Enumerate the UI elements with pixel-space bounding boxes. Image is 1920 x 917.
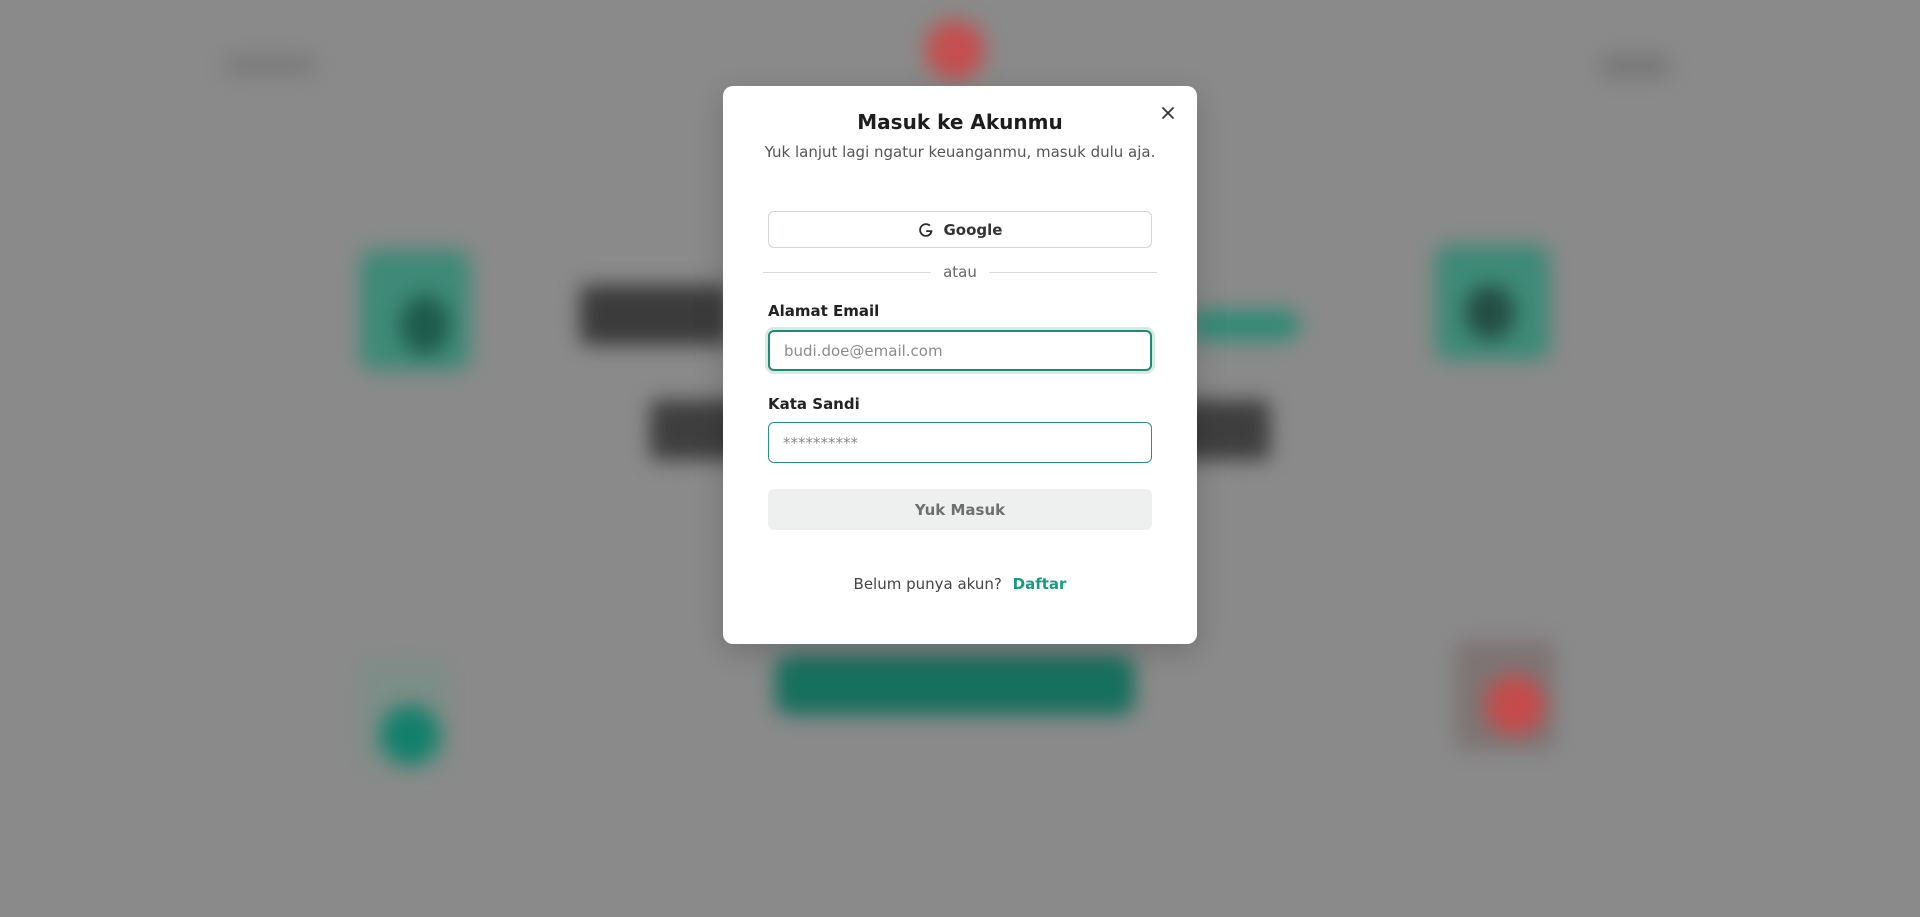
divider-line [763, 271, 932, 273]
background-cta-button [775, 655, 1135, 715]
background-card-figure [1485, 675, 1545, 735]
background-card-figure [400, 295, 450, 355]
page: Masuk ke Akunmu Yuk lanjut lagi ngatur k… [0, 0, 1920, 917]
password-label: Kata Sandi [768, 395, 860, 413]
google-login-button[interactable]: Google [768, 211, 1152, 248]
background-card-figure [380, 705, 440, 765]
email-field[interactable] [768, 330, 1152, 371]
password-field[interactable] [768, 422, 1152, 463]
divider-line [988, 271, 1157, 273]
login-modal: Masuk ke Akunmu Yuk lanjut lagi ngatur k… [723, 86, 1197, 644]
google-icon [918, 222, 932, 237]
google-button-label: Google [943, 220, 1003, 239]
or-divider: atau [763, 262, 1157, 282]
background-heading [580, 285, 730, 345]
background-logo [225, 55, 315, 75]
register-prompt: Belum punya akun? Daftar [723, 575, 1197, 593]
background-nav-button [1600, 55, 1670, 77]
background-card-figure [1465, 285, 1515, 340]
email-label: Alamat Email [768, 302, 880, 320]
register-prompt-text: Belum punya akun? [853, 575, 1002, 593]
background-avatar [925, 20, 985, 80]
divider-text: atau [943, 263, 977, 281]
login-submit-button[interactable]: Yuk Masuk [768, 489, 1152, 530]
modal-title: Masuk ke Akunmu [857, 110, 1063, 134]
background-highlight [1190, 310, 1300, 340]
modal-subtitle: Yuk lanjut lagi ngatur keuanganmu, masuk… [764, 143, 1156, 161]
register-link[interactable]: Daftar [1013, 575, 1067, 593]
